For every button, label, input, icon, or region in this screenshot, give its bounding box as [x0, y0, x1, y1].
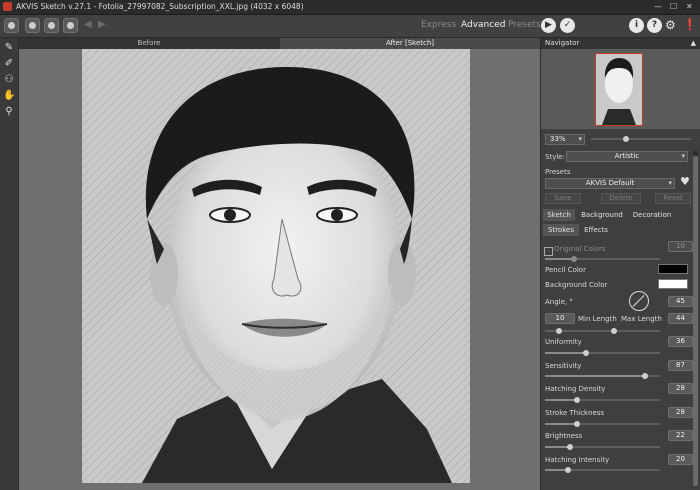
original-colors-value[interactable]: 10: [668, 241, 693, 252]
panel-scrollbar-thumb[interactable]: [693, 156, 698, 486]
sketch-image[interactable]: [82, 49, 470, 483]
delete-preset-button[interactable]: Delete: [601, 193, 641, 204]
sensitivity-label: Sensitivity: [545, 362, 582, 370]
tab-strokes[interactable]: Strokes: [543, 224, 579, 236]
angle-label: Angle, °: [545, 298, 573, 306]
navigator-preview[interactable]: [541, 49, 700, 129]
mode-presets[interactable]: Presets: [508, 20, 541, 30]
save-preset-button[interactable]: Save: [545, 193, 581, 204]
undo-icon[interactable]: ◀: [84, 19, 92, 30]
mode-express[interactable]: Express: [421, 20, 456, 30]
canvas-tabs: Before After [Sketch]: [19, 38, 540, 49]
tab-before[interactable]: Before: [19, 38, 279, 49]
panel-scrollbar[interactable]: [693, 151, 698, 486]
apply-icon[interactable]: ✓: [560, 18, 575, 33]
tab-after[interactable]: After [Sketch]: [280, 38, 540, 49]
hatching-density-slider[interactable]: [545, 397, 660, 403]
hatching-density-label: Hatching Density: [545, 385, 606, 393]
angle-value[interactable]: 45: [668, 296, 693, 307]
navigator-thumbnail[interactable]: [595, 53, 643, 126]
background-color-label: Background Color: [545, 281, 608, 289]
notifications-icon[interactable]: ❗: [683, 18, 697, 31]
window-title: AKVIS Sketch v.27.1 - Fotolia_27997082_S…: [16, 2, 304, 11]
run-icon[interactable]: ▶: [541, 18, 556, 33]
original-colors-checkbox[interactable]: [544, 247, 553, 256]
style-label: Style:: [545, 153, 565, 161]
style-select[interactable]: Artistic: [566, 151, 688, 162]
length-range-slider[interactable]: [545, 328, 660, 334]
hatching-density-value[interactable]: 28: [668, 383, 693, 394]
min-length-value[interactable]: 10: [545, 313, 575, 324]
zoom-slider[interactable]: [591, 136, 691, 142]
batch-icon[interactable]: [44, 18, 59, 33]
max-length-label: Max Length: [621, 315, 662, 323]
pencil-tool-icon[interactable]: ✎: [3, 42, 15, 54]
min-length-label: Min Length: [578, 315, 617, 323]
uniformity-label: Uniformity: [545, 338, 582, 346]
original-colors-label: Original Colors: [554, 245, 606, 253]
hatching-intensity-label: Hatching Intensity: [545, 456, 610, 464]
zoom-select[interactable]: 33%: [545, 134, 585, 145]
tab-decoration[interactable]: Decoration: [629, 209, 675, 221]
tab-background[interactable]: Background: [579, 209, 625, 221]
presets-label: Presets: [545, 168, 571, 176]
tab-sketch[interactable]: Sketch: [543, 209, 575, 221]
hand-tool-icon[interactable]: ✋: [3, 90, 15, 102]
brightness-label: Brightness: [545, 432, 583, 440]
uniformity-slider[interactable]: [545, 350, 660, 356]
angle-dial[interactable]: [629, 291, 649, 311]
open-image-icon[interactable]: [4, 18, 19, 33]
pencil-color-label: Pencil Color: [545, 266, 586, 274]
minimize-icon[interactable]: —: [654, 2, 662, 11]
save-image-icon[interactable]: [25, 18, 40, 33]
reset-preset-button[interactable]: Reset: [655, 193, 691, 204]
brightness-value[interactable]: 22: [668, 430, 693, 441]
help-icon[interactable]: ?: [647, 18, 662, 33]
redo-icon[interactable]: ▶: [98, 19, 106, 30]
presets-select[interactable]: AKVIS Default: [545, 178, 675, 189]
maximize-icon[interactable]: ☐: [670, 2, 677, 11]
stroke-thickness-slider[interactable]: [545, 421, 660, 427]
stroke-thickness-value[interactable]: 28: [668, 407, 693, 418]
close-icon[interactable]: ✕: [686, 2, 693, 11]
max-length-value[interactable]: 44: [668, 313, 693, 324]
stamp-tool-icon[interactable]: ⚇: [3, 74, 15, 86]
background-color-swatch[interactable]: [658, 279, 688, 289]
collapse-icon[interactable]: ▲: [687, 38, 696, 49]
zoom-tool-icon[interactable]: ⚲: [3, 106, 15, 118]
uniformity-value[interactable]: 36: [668, 336, 693, 347]
navigator-header: Navigator ▲: [541, 38, 700, 49]
hatching-intensity-slider[interactable]: [545, 467, 660, 473]
stroke-thickness-label: Stroke Thickness: [545, 409, 605, 417]
original-colors-slider[interactable]: [545, 256, 660, 262]
sensitivity-slider[interactable]: [545, 373, 660, 379]
print-icon[interactable]: [63, 18, 78, 33]
tools-panel: ✎ ✐ ⚇ ✋ ⚲: [0, 38, 19, 490]
settings-gear-icon[interactable]: ⚙: [665, 18, 676, 32]
app-logo-icon: [3, 2, 12, 11]
sensitivity-value[interactable]: 87: [668, 360, 693, 371]
favorite-heart-icon[interactable]: ♥: [680, 175, 690, 188]
tab-effects[interactable]: Effects: [581, 224, 611, 236]
settings-panel: Navigator ▲ 33% Style: Artistic Presets A…: [540, 38, 700, 490]
navigator-title: Navigator: [545, 39, 580, 47]
title-bar: AKVIS Sketch v.27.1 - Fotolia_27997082_S…: [0, 0, 700, 15]
pencil-color-swatch[interactable]: [658, 264, 688, 274]
info-icon[interactable]: i: [629, 18, 644, 33]
mode-advanced[interactable]: Advanced: [461, 20, 505, 30]
brightness-slider[interactable]: [545, 444, 660, 450]
hatching-intensity-value[interactable]: 20: [668, 454, 693, 465]
eraser-tool-icon[interactable]: ✐: [3, 58, 15, 70]
toolbar: ◀ ▶ Express Advanced Presets ▶ ✓ i ? ⚙ ❗: [0, 15, 700, 38]
